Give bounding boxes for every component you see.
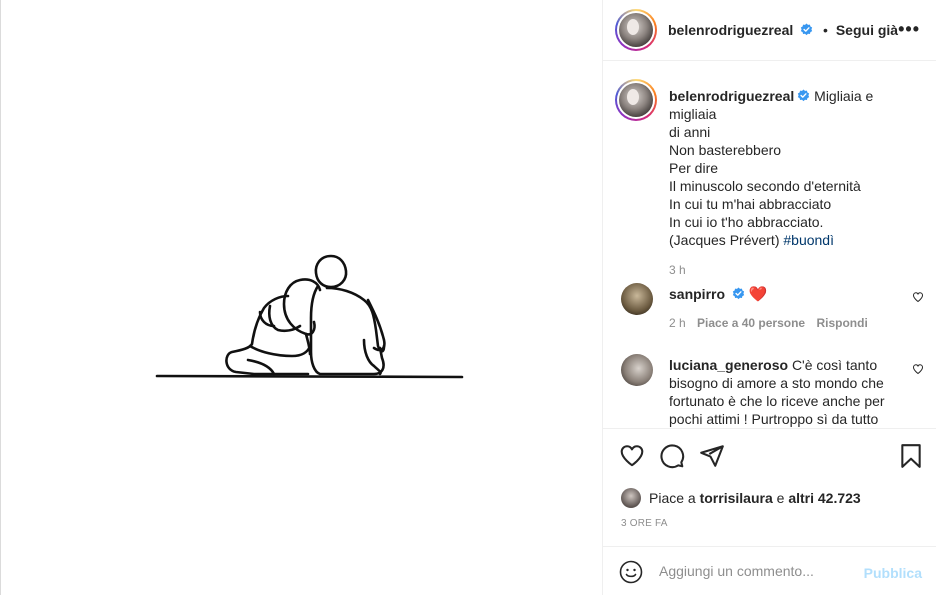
caption-username[interactable]: belenrodriguezreal	[669, 88, 794, 104]
caption-line-2: Non basterebbero	[669, 142, 782, 158]
comment-item: sanpirro ❤️ 2 h Piace a 40 persone Rispo…	[669, 285, 924, 330]
caption-line-7: (Jacques Prévert)	[669, 232, 780, 248]
comments-section: belenrodriguezreal Migliaia e migliaia d…	[603, 61, 936, 428]
comment-like-heart-icon[interactable]	[912, 291, 924, 303]
comment-time: 2 h	[669, 316, 686, 330]
publish-button[interactable]: Pubblica	[864, 565, 922, 581]
comment-text: ❤️	[748, 286, 768, 303]
comment-meta: 2 h Piace a 40 persone Rispondi	[669, 316, 924, 330]
couple-line-drawing	[155, 254, 464, 379]
verified-badge-icon	[800, 23, 813, 36]
caption-avatar[interactable]	[615, 79, 657, 121]
comment-avatar[interactable]	[621, 354, 653, 386]
separator-dot: •	[823, 22, 828, 38]
likes-others[interactable]: altri 42.723	[788, 490, 860, 506]
caption-line-6: In cui io t'ho abbracciato.	[669, 214, 824, 230]
caption-line-4: Il minuscolo secondo d'eternità	[669, 178, 861, 194]
post-modal: belenrodriguezreal • Segui già ••• belen…	[0, 0, 936, 595]
comment-username[interactable]: sanpirro	[669, 286, 725, 302]
reply-button[interactable]: Rispondi	[816, 316, 867, 330]
comment-like-heart-icon[interactable]	[912, 363, 924, 375]
likes-summary: Piace a torrisilaura e altri 42.723	[621, 488, 861, 508]
comment-line-1: bisogno di amore a sto mondo che	[669, 375, 884, 391]
liker-avatar	[621, 488, 641, 508]
comment-username[interactable]: luciana_generoso	[669, 357, 788, 373]
bookmark-icon[interactable]	[898, 443, 924, 469]
post-sidebar: belenrodriguezreal • Segui già ••• belen…	[602, 0, 936, 595]
comment-line-2: fortunato è che lo riceve anche per	[669, 393, 885, 409]
following-button[interactable]: Segui già	[836, 22, 898, 38]
caption-line: belenrodriguezreal Migliaia e migliaia	[669, 88, 873, 122]
verified-badge-icon	[732, 287, 745, 300]
caption-last-line: (Jacques Prévert) #buondì	[669, 231, 924, 249]
more-options-icon[interactable]: •••	[898, 20, 920, 38]
comment-line-0: C'è così tanto	[791, 357, 878, 373]
post-timestamp[interactable]: 3 ORE FA	[621, 518, 668, 529]
caption-line-1: di anni	[669, 124, 711, 140]
post-header: belenrodriguezreal • Segui già •••	[603, 0, 936, 61]
comment-composer: Pubblica	[603, 546, 936, 595]
author-avatar[interactable]	[615, 9, 657, 51]
action-bar: Piace a torrisilaura e altri 42.723 3 OR…	[603, 428, 936, 548]
caption-time: 3 h	[669, 263, 686, 277]
comment-icon[interactable]	[659, 443, 685, 469]
comment-line-3: pochi attimi ! Purtroppo sì da tutto	[669, 411, 879, 427]
liker-username[interactable]: torrisilaura	[700, 490, 773, 506]
header-line: belenrodriguezreal • Segui già	[668, 22, 898, 38]
author-username[interactable]: belenrodriguezreal	[668, 22, 793, 38]
likes-connector: e	[776, 490, 785, 506]
comment-input[interactable]	[659, 559, 859, 583]
likes-prefix: Piace a	[649, 490, 696, 506]
caption: belenrodriguezreal Migliaia e migliaia d…	[669, 87, 924, 279]
post-image[interactable]	[2, 0, 602, 595]
heart-icon[interactable]	[619, 443, 645, 469]
comment-item: luciana_generoso C'è così tanto bisogno …	[669, 356, 924, 428]
ground-line	[155, 374, 464, 379]
caption-line-3: Per dire	[669, 160, 719, 176]
comment-likes[interactable]: Piace a 40 persone	[697, 316, 805, 330]
caption-line-5: In cui tu m'hai abbracciato	[669, 196, 832, 212]
paper-plane-icon[interactable]	[699, 443, 725, 469]
emoji-icon[interactable]	[619, 560, 643, 584]
hashtag-link[interactable]: #buondì	[783, 232, 834, 248]
verified-badge-icon	[798, 89, 810, 102]
comment-avatar[interactable]	[621, 283, 653, 315]
